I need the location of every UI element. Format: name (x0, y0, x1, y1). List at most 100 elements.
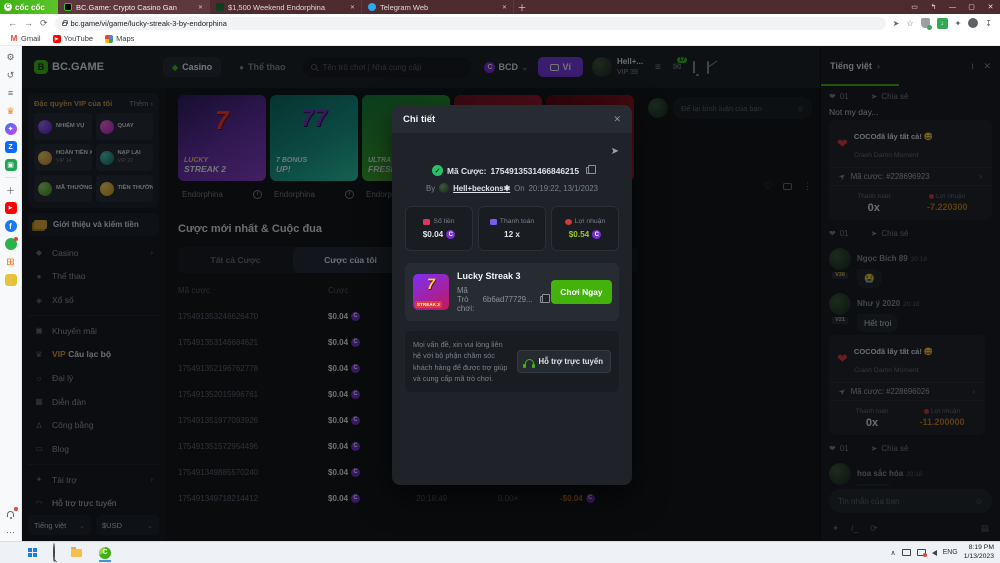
tab-close-icon[interactable]: ✕ (502, 4, 507, 11)
browser-viewport: ⚙ ↺ ≡ ♛ ✦ Z ▣ ＋ ▶ f ⊞ ⋯ B BC. (0, 46, 1000, 541)
add-shortcut-icon[interactable]: ＋ (5, 184, 17, 196)
coccoc-taskbar-icon[interactable]: C (98, 545, 112, 561)
bet-datetime: 20:19:22, 13/1/2023 (529, 184, 598, 193)
display-icon[interactable] (902, 549, 911, 556)
browser-profile-icon[interactable] (968, 18, 978, 28)
newsfeed-icon[interactable]: ≡ (5, 87, 17, 99)
browser-tab-telegram[interactable]: Telegram Web ✕ (362, 0, 514, 14)
system-tray: ∧ ENG 8:19 PM 1/13/2023 (890, 544, 994, 562)
forward-button[interactable]: → (24, 18, 33, 28)
notification-dot (14, 507, 18, 511)
youtube-icon: ▶ (53, 35, 61, 43)
more-options-icon[interactable]: ⋯ (5, 526, 17, 538)
facebook-shortcut-icon[interactable]: f (5, 220, 17, 232)
back-button[interactable]: ← (8, 18, 17, 28)
vip-crown-icon[interactable]: ♛ (5, 105, 17, 117)
network-icon[interactable] (917, 549, 926, 556)
tray-expand-icon[interactable]: ∧ (890, 549, 895, 557)
browser-tab-bcgame[interactable]: BC.Game: Crypto Casino Gan ✕ (58, 0, 210, 14)
bet-id-value: 1754913531466846215 (490, 166, 579, 176)
bet-detail-modal: Chi tiết ✕ ➤ ✓ Mã Cược: 1754913531466846… (392, 105, 632, 485)
taskbar-search-icon[interactable] (53, 544, 55, 562)
coccoc-siderail: ⚙ ↺ ≡ ♛ ✦ Z ▣ ＋ ▶ f ⊞ ⋯ (0, 46, 22, 541)
games-icon[interactable]: ▣ (5, 159, 17, 171)
telegram-favicon (368, 3, 376, 11)
language-indicator[interactable]: ENG (943, 549, 958, 556)
tab-search-icon[interactable]: ▭ (905, 0, 924, 14)
copy-icon[interactable] (540, 296, 544, 303)
extension-shortcut-icon[interactable] (5, 238, 17, 250)
share-icon[interactable]: ➤ (611, 146, 619, 157)
payout-icon (490, 219, 497, 225)
maximize-button[interactable]: ▢ (962, 0, 981, 14)
coin-icon: C (446, 230, 455, 239)
stat-amount: Số tiền $0.04C (405, 206, 473, 251)
bookmark-gmail[interactable]: M Gmail (10, 34, 41, 43)
file-explorer-icon[interactable] (71, 549, 82, 557)
youtube-shortcut-icon[interactable]: ▶ (5, 202, 17, 214)
media-shortcut-icon[interactable] (5, 274, 17, 286)
browser-tab-endorphina[interactable]: $1,500 Weekend Endorphina ✕ (210, 0, 362, 14)
notification-dot (14, 237, 18, 241)
browser-titlebar: C cốc cốc BC.Game: Crypto Casino Gan ✕ $… (0, 0, 1000, 14)
window-controls: ▭ ↰ — ▢ ✕ (905, 0, 1000, 14)
downloads-tray-icon[interactable]: ↧ (985, 19, 992, 28)
share-icon[interactable]: ➤ (893, 19, 900, 28)
game-code: 6b6ad77729... (483, 295, 533, 304)
minimize-button[interactable]: — (943, 0, 962, 14)
bet-id-label: Mã Cược: (447, 166, 486, 176)
play-now-button[interactable]: Chơi Ngay (551, 280, 611, 304)
bookmark-youtube[interactable]: ▶ YouTube (53, 34, 93, 43)
clock[interactable]: 8:19 PM 1/13/2023 (964, 544, 994, 562)
gmail-icon: M (10, 35, 18, 43)
tab-close-icon[interactable]: ✕ (350, 4, 355, 11)
tab-close-icon[interactable]: ✕ (198, 4, 203, 11)
notifications-bell-icon[interactable] (5, 508, 17, 520)
verified-check-icon: ✓ (432, 165, 443, 176)
coccoc-logo-icon: C (4, 3, 12, 11)
support-row: Mọi vấn đề, xin vui lòng liên hệ với bộ … (405, 331, 619, 392)
screen: C cốc cốc BC.Game: Crypto Casino Gan ✕ $… (0, 0, 1000, 563)
avatar (439, 183, 449, 193)
download-extension-icon[interactable]: ↓ (937, 18, 948, 29)
bookmark-star-icon[interactable]: ☆ (906, 19, 913, 28)
zalo-icon[interactable]: Z (5, 141, 17, 153)
bettor-username[interactable]: Hell+beckons✱ (453, 184, 510, 193)
messenger-icon[interactable]: ✦ (5, 123, 17, 135)
profit-icon (565, 219, 572, 225)
settings-gear-icon[interactable]: ⚙ (5, 51, 17, 63)
modal-title: Chi tiết (403, 114, 435, 125)
bookmark-maps[interactable]: Maps (105, 34, 134, 43)
browser-toolbar: ← → ⟳ bc.game/vi/game/lucky-streak-3-by-… (0, 14, 1000, 32)
lock-icon (62, 22, 67, 26)
modal-close-icon[interactable]: ✕ (613, 114, 621, 125)
support-text: Mọi vấn đề, xin vui lòng liên hệ với bộ … (413, 339, 509, 384)
windows-taskbar: C ∧ ENG 8:19 PM 1/13/2023 (0, 541, 1000, 563)
start-button[interactable] (28, 548, 37, 557)
new-tab-button[interactable]: ＋ (514, 0, 530, 14)
copy-icon[interactable] (586, 167, 592, 174)
extensions-icon[interactable]: ✦ (955, 19, 962, 28)
divider (5, 177, 17, 178)
game-thumbnail[interactable]: 7STREAK 3 (413, 274, 449, 310)
bookmarks-bar: M Gmail ▶ YouTube Maps (0, 32, 1000, 46)
tab-title: $1,500 Weekend Endorphina (228, 3, 325, 12)
bookmark-label: Maps (116, 34, 134, 43)
reload-button[interactable]: ⟳ (40, 18, 48, 29)
history-icon[interactable]: ↺ (5, 69, 17, 81)
live-support-button[interactable]: Hỗ trợ trực tuyến (517, 350, 611, 373)
endorphina-favicon (216, 3, 224, 11)
volume-icon[interactable] (932, 550, 937, 556)
money-icon (423, 219, 430, 225)
stat-payout: Thanh toán 12 x (478, 206, 546, 251)
stat-profit: Lợi nhuận $0.54C (551, 206, 619, 251)
shopping-icon[interactable]: ⊞ (5, 256, 17, 268)
game-title: Lucky Streak 3 (457, 271, 543, 281)
close-button[interactable]: ✕ (981, 0, 1000, 14)
adblock-shield-icon[interactable] (921, 18, 930, 28)
url-text: bc.game/vi/game/lucky-streak-3-by-endorp… (71, 19, 227, 28)
bookmark-label: YouTube (64, 34, 93, 43)
pane-icon[interactable]: ↰ (924, 0, 943, 14)
address-bar[interactable]: bc.game/vi/game/lucky-streak-3-by-endorp… (55, 17, 886, 30)
maps-icon (105, 35, 113, 43)
